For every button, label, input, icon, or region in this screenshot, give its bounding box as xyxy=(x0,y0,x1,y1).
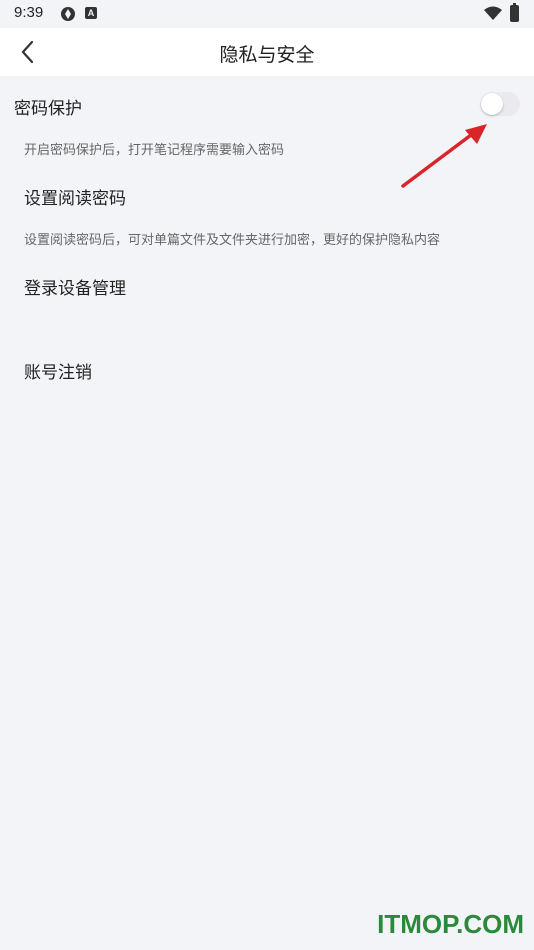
device-management-item[interactable]: 登录设备管理 xyxy=(24,274,126,299)
red-arrow-icon xyxy=(401,124,487,188)
wifi-icon xyxy=(484,6,502,20)
status-bar: 9:39 A xyxy=(0,0,534,28)
password-protect-description: 开启密码保护后，打开笔记程序需要输入密码 xyxy=(24,143,285,158)
password-protect-toggle[interactable] xyxy=(480,92,520,116)
page-title: 隐私与安全 xyxy=(219,44,315,66)
status-time: 9:39 xyxy=(14,4,44,21)
read-password-title[interactable]: 设置阅读密码 xyxy=(24,184,126,209)
account-cancel-item[interactable]: 账号注销 xyxy=(24,358,92,383)
camera-aperture-icon xyxy=(61,7,75,21)
battery-icon xyxy=(510,3,519,22)
header-bar: 隐私与安全 xyxy=(0,28,534,76)
watermark-logo: ITMOP.COM xyxy=(377,909,524,939)
toggle-knob xyxy=(481,93,503,115)
password-protect-title: 密码保护 xyxy=(14,99,82,119)
a-badge-icon: A xyxy=(85,7,97,19)
read-password-description: 设置阅读密码后，可对单篇文件及文件夹进行加密，更好的保护隐私内容 xyxy=(24,233,441,248)
